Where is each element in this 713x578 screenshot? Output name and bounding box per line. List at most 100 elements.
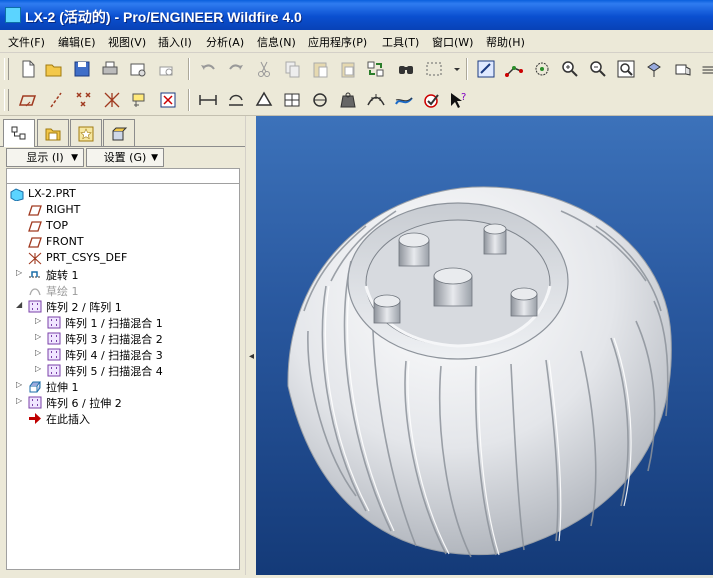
connections-icon (112, 127, 128, 141)
favorites-icon (78, 126, 94, 142)
paste-icon[interactable] (310, 59, 330, 79)
zoom-in-icon[interactable] (560, 59, 580, 79)
sketch-icon (29, 288, 41, 296)
send-email-icon[interactable] (128, 59, 148, 79)
settings-button[interactable]: 设置 (G) ▼ (86, 148, 164, 167)
volume-icon[interactable] (254, 90, 274, 110)
expand-arrow-icon[interactable]: ▷ (35, 348, 41, 357)
tab-favorites[interactable] (70, 119, 102, 146)
show-button-label: 显示 (I) (26, 151, 64, 164)
pattern-icon (47, 348, 61, 361)
select-box-icon[interactable] (424, 59, 444, 79)
collapse-arrow-icon[interactable]: ◢ (16, 300, 22, 309)
pattern-icon (47, 316, 61, 329)
menu-info[interactable]: 信息(N) (257, 34, 296, 50)
chevron-down-icon: ▼ (151, 153, 158, 163)
whats-this-icon[interactable]: ? (448, 90, 468, 110)
extrude-icon (29, 381, 41, 393)
analysis-icon[interactable] (394, 90, 414, 110)
pattern-icon (28, 300, 42, 313)
graphics-viewport[interactable] (256, 116, 713, 575)
email-link-icon[interactable] (156, 59, 176, 79)
show-button[interactable]: 显示 (I) ▼ (6, 148, 84, 167)
expand-arrow-icon[interactable]: ▷ (16, 268, 22, 277)
annotation-icon[interactable] (130, 90, 150, 110)
pattern-icon (28, 396, 42, 409)
navigator-panel: 显示 (I) ▼ 设置 (G) ▼ LX-2.PRT RIGHT TOP FRO… (0, 116, 245, 575)
paste-special-icon[interactable] (338, 59, 358, 79)
section-icon[interactable] (282, 90, 302, 110)
menu-insert[interactable]: 插入(I) (158, 34, 192, 50)
toolbar-grip[interactable] (4, 89, 9, 111)
model-check-icon[interactable] (422, 90, 442, 110)
open-folder-icon[interactable] (44, 59, 64, 79)
refit-icon[interactable] (616, 59, 636, 79)
datum-planes-icon[interactable] (18, 90, 38, 110)
model-tree[interactable]: LX-2.PRT RIGHT TOP FRONT PRT_CSYS_DEF ▷ … (6, 184, 240, 570)
spin-center-icon[interactable] (504, 59, 524, 79)
save-icon[interactable] (72, 59, 92, 79)
menu-tools[interactable]: 工具(T) (382, 34, 419, 50)
tab-folder-browser[interactable] (37, 119, 69, 146)
tree-filter-bar[interactable] (6, 168, 240, 184)
datum-points-icon[interactable] (74, 90, 94, 110)
collapse-panel-icon[interactable]: ◂ (249, 351, 254, 362)
copy-icon[interactable] (282, 59, 302, 79)
expand-arrow-icon[interactable]: ▷ (35, 364, 41, 373)
find-icon[interactable] (396, 59, 416, 79)
part-icon (10, 188, 24, 201)
toolbar-separator (188, 89, 190, 111)
chevron-down-icon: ▼ (71, 153, 78, 163)
menu-applications[interactable]: 应用程序(P) (308, 34, 367, 50)
settings-button-label: 设置 (G) (103, 151, 147, 164)
model-render (287, 186, 672, 558)
redo-icon[interactable] (226, 59, 246, 79)
expand-arrow-icon[interactable]: ▷ (35, 332, 41, 341)
curvature-icon[interactable] (366, 90, 386, 110)
mass-properties-icon[interactable] (338, 90, 358, 110)
area-icon[interactable] (226, 90, 246, 110)
menu-file[interactable]: 文件(F) (8, 34, 45, 50)
measure-distance-icon[interactable] (198, 90, 218, 110)
menu-analysis[interactable]: 分析(A) (206, 34, 244, 50)
tab-connections[interactable] (103, 119, 135, 146)
revolve-icon (29, 271, 41, 278)
new-file-icon[interactable] (18, 59, 38, 79)
chevron-down-icon[interactable] (447, 59, 460, 79)
saved-view-icon[interactable] (644, 59, 664, 79)
toolbar-datum: ? (0, 85, 713, 116)
regenerate-icon[interactable] (366, 59, 386, 79)
cut-icon[interactable] (254, 59, 274, 79)
expand-arrow-icon[interactable]: ▷ (16, 396, 22, 405)
toolbar-grip[interactable] (4, 58, 9, 80)
close-window-icon[interactable] (158, 90, 178, 110)
datum-plane-icon (28, 205, 42, 216)
toolbar-separator (466, 58, 468, 80)
diameter-icon[interactable] (310, 90, 330, 110)
print-icon[interactable] (100, 59, 120, 79)
expand-arrow-icon[interactable]: ▷ (35, 316, 41, 325)
layers-icon[interactable] (672, 59, 692, 79)
svg-text:?: ? (461, 92, 466, 103)
navigator-tabs (0, 116, 245, 147)
repaint-icon[interactable] (476, 59, 496, 79)
pattern-icon (47, 364, 61, 377)
expand-arrow-icon[interactable]: ▷ (16, 380, 22, 389)
display-style-icon[interactable] (698, 59, 713, 79)
zoom-out-icon[interactable] (588, 59, 608, 79)
coordinate-system-icon (28, 252, 42, 265)
insert-arrow-icon (29, 413, 41, 424)
pattern-icon (47, 332, 61, 345)
toolbar-main (0, 54, 713, 84)
window-title: LX-2 (活动的) - Pro/ENGINEER Wildfire 4.0 (25, 9, 302, 25)
menu-help[interactable]: 帮助(H) (486, 34, 525, 50)
tab-model-tree[interactable] (3, 119, 35, 147)
undo-icon[interactable] (198, 59, 218, 79)
folder-icon (45, 128, 61, 141)
menu-window[interactable]: 窗口(W) (432, 34, 473, 50)
orient-icon[interactable] (532, 59, 552, 79)
datum-axes-icon[interactable] (46, 90, 66, 110)
coordinate-systems-icon[interactable] (102, 90, 122, 110)
menu-view[interactable]: 视图(V) (108, 34, 146, 50)
menu-edit[interactable]: 编辑(E) (58, 34, 96, 50)
